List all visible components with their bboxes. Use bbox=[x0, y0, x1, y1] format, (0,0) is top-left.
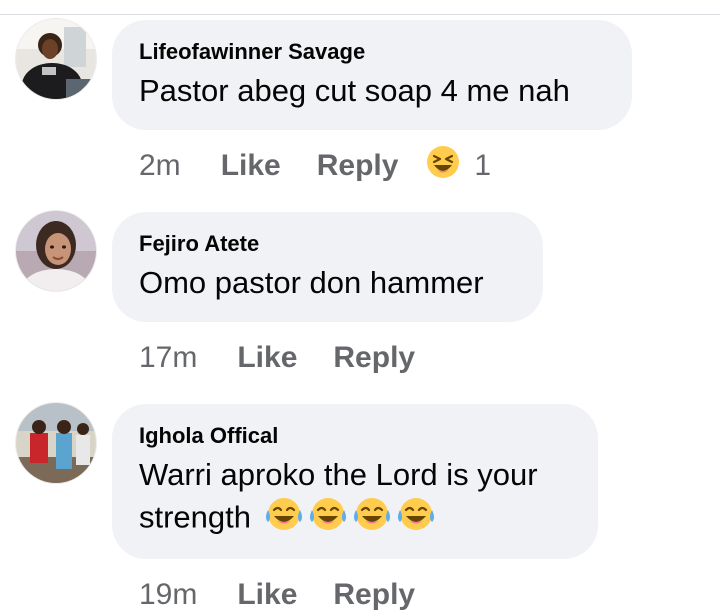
comment-author[interactable]: Ighola Offical bbox=[139, 422, 570, 450]
top-divider bbox=[0, 14, 720, 15]
comment-timestamp[interactable]: 17m bbox=[139, 341, 197, 375]
profile-photo bbox=[16, 403, 96, 483]
avatar[interactable] bbox=[16, 403, 96, 483]
like-button[interactable]: Like bbox=[221, 149, 281, 183]
comment-text: Warri aproko the Lord is your strength bbox=[139, 454, 570, 543]
comment-author[interactable]: Lifeofawinner Savage bbox=[139, 38, 604, 66]
emoji-group bbox=[260, 498, 436, 535]
tears-of-joy-icon bbox=[352, 496, 392, 543]
comment-text-line: strength bbox=[139, 496, 570, 543]
reply-button[interactable]: Reply bbox=[333, 341, 415, 375]
comment-text: Omo pastor don hammer bbox=[139, 265, 484, 300]
comment-text-line: Warri aproko the Lord is your bbox=[139, 457, 538, 492]
comment-text: Pastor abeg cut soap 4 me nah bbox=[139, 73, 570, 108]
profile-photo bbox=[16, 19, 96, 99]
laughing-squint-icon bbox=[426, 145, 460, 187]
comment-text-fragment: strength bbox=[139, 499, 252, 535]
comment-actions: 2m Like Reply 1 bbox=[139, 146, 491, 186]
profile-photo bbox=[16, 211, 96, 291]
comment-bubble: Lifeofawinner Savage Pastor abeg cut soa… bbox=[112, 20, 632, 130]
comment-timestamp[interactable]: 2m bbox=[139, 149, 181, 183]
tears-of-joy-icon bbox=[308, 496, 348, 543]
reaction-summary[interactable]: 1 bbox=[426, 145, 491, 187]
comment-bubble: Fejiro Atete Omo pastor don hammer bbox=[112, 212, 543, 322]
comment-actions: 17m Like Reply bbox=[139, 338, 451, 378]
comment-bubble: Ighola Offical Warri aproko the Lord is … bbox=[112, 404, 598, 559]
avatar[interactable] bbox=[16, 211, 96, 291]
tears-of-joy-icon bbox=[396, 496, 436, 543]
comment-actions: 19m Like Reply bbox=[139, 575, 451, 615]
comment-author[interactable]: Fejiro Atete bbox=[139, 230, 515, 258]
avatar[interactable] bbox=[16, 19, 96, 99]
reaction-count: 1 bbox=[474, 149, 492, 182]
like-button[interactable]: Like bbox=[237, 341, 297, 375]
tears-of-joy-icon bbox=[264, 496, 304, 543]
reply-button[interactable]: Reply bbox=[317, 149, 399, 183]
